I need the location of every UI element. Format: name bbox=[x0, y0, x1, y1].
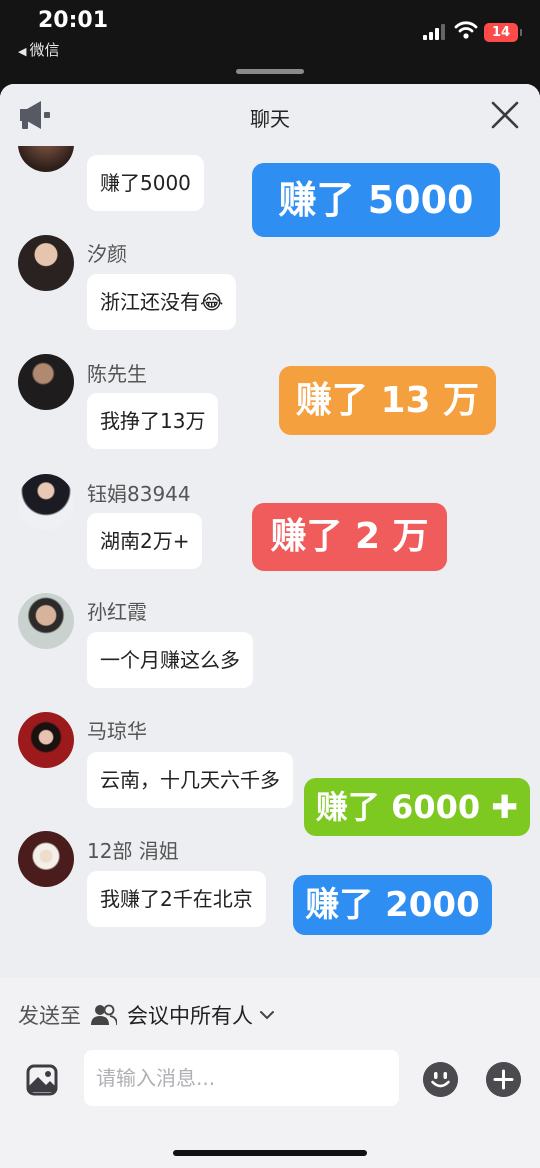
earnings-sticker: 赚了 2000 bbox=[293, 875, 492, 935]
message-bubble: 湖南2万+ bbox=[87, 513, 203, 569]
send-to-label: 发送至 bbox=[18, 1004, 81, 1028]
sender-name: 汐颜 bbox=[87, 242, 127, 266]
avatar bbox=[18, 712, 74, 768]
battery-indicator: 14 bbox=[484, 23, 522, 42]
emoji-icon[interactable] bbox=[423, 1062, 458, 1097]
back-app-label: 微信 bbox=[29, 41, 60, 59]
message-bubble: 我赚了2千在北京 bbox=[87, 871, 266, 927]
message-bubble: 赚了5000 bbox=[87, 155, 204, 211]
earnings-sticker: 赚了 5000 bbox=[252, 163, 500, 237]
message-bubble: 浙江还没有😂 bbox=[87, 274, 237, 330]
image-icon[interactable] bbox=[26, 1064, 58, 1096]
avatar bbox=[18, 474, 74, 530]
back-to-app-link[interactable]: ◀ 微信 bbox=[18, 39, 59, 60]
plus-icon[interactable] bbox=[486, 1062, 521, 1097]
chat-panel: 聊天 赚了5000 汐颜 浙江还没有😂 陈先生 我挣了13万 钰娟83944 湖… bbox=[0, 84, 540, 1168]
send-to-selector[interactable]: 发送至 会议中所有人 bbox=[18, 1000, 275, 1030]
home-indicator bbox=[173, 1150, 367, 1156]
message-input-box[interactable] bbox=[84, 1050, 399, 1106]
close-icon[interactable] bbox=[488, 98, 522, 132]
composer-area: 发送至 会议中所有人 bbox=[0, 978, 540, 1168]
message-bubble: 云南，十几天六千多 bbox=[87, 752, 293, 808]
earnings-sticker: 赚了 2 万 bbox=[252, 503, 447, 571]
avatar bbox=[18, 831, 74, 887]
audience-label: 会议中所有人 bbox=[127, 1004, 253, 1028]
status-time: 20:01 bbox=[38, 8, 109, 33]
panel-title: 聊天 bbox=[250, 107, 290, 131]
panel-header: 聊天 bbox=[0, 84, 540, 146]
back-triangle-icon: ◀ bbox=[18, 45, 27, 58]
cellular-signal-icon bbox=[423, 24, 445, 40]
sender-name: 陈先生 bbox=[87, 362, 147, 386]
avatar bbox=[18, 354, 74, 410]
avatar bbox=[18, 235, 74, 291]
sender-name: 马琼华 bbox=[87, 719, 147, 743]
message-bubble: 一个月赚这么多 bbox=[87, 632, 253, 688]
people-icon bbox=[91, 1004, 117, 1026]
sender-name: 12部 涓姐 bbox=[87, 839, 179, 863]
wifi-icon bbox=[454, 21, 478, 39]
earnings-sticker: 赚了 13 万 bbox=[279, 366, 496, 435]
status-bar: 20:01 ◀ 微信 14 bbox=[0, 0, 540, 84]
message-input[interactable] bbox=[84, 1050, 399, 1106]
sheet-drag-handle[interactable] bbox=[236, 69, 304, 74]
earnings-sticker: 赚了 6000 ✚ bbox=[304, 778, 530, 836]
sender-name: 孙红霞 bbox=[87, 600, 147, 624]
message-bubble: 我挣了13万 bbox=[87, 393, 219, 449]
chevron-down-icon bbox=[260, 1011, 274, 1020]
sender-name: 钰娟83944 bbox=[87, 482, 191, 506]
avatar bbox=[18, 593, 74, 649]
